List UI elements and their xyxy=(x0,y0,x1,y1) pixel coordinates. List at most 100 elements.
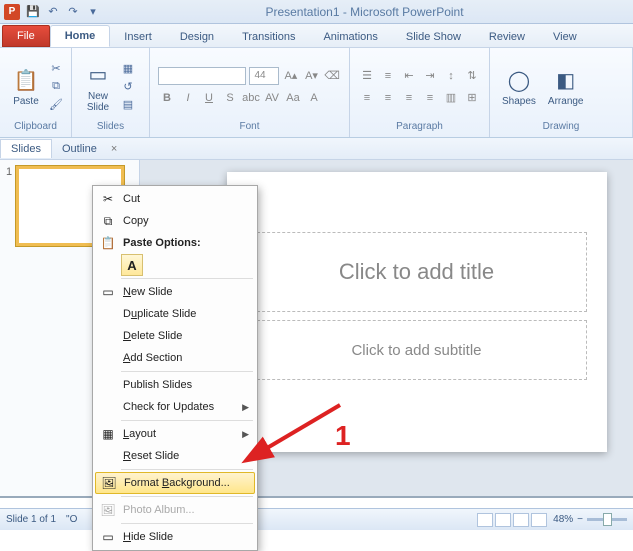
align-center-icon[interactable]: ≡ xyxy=(379,89,397,107)
arrange-button[interactable]: ◧ Arrange xyxy=(544,64,588,109)
undo-icon[interactable]: ↶ xyxy=(46,5,60,19)
shadow-button[interactable]: abc xyxy=(242,89,260,107)
columns-icon[interactable]: ▥ xyxy=(442,89,460,107)
tab-slideshow[interactable]: Slide Show xyxy=(392,27,475,47)
new-slide-icon: ▭ xyxy=(84,61,112,89)
file-tab[interactable]: File xyxy=(2,25,50,47)
ctx-separator xyxy=(121,278,253,279)
case-button[interactable]: Aa xyxy=(284,89,302,107)
slideshow-view-icon[interactable] xyxy=(531,513,547,527)
clear-format-icon[interactable]: ⌫ xyxy=(323,67,341,85)
layout-icon: ▦ xyxy=(99,425,117,443)
panel-close-icon[interactable]: × xyxy=(111,143,127,155)
paste-button[interactable]: 📋 Paste xyxy=(8,64,44,109)
ctx-reset-slide[interactable]: Reset Slide xyxy=(95,445,255,467)
panel-tab-slides[interactable]: Slides xyxy=(0,139,52,158)
submenu-arrow-icon: ▶ xyxy=(242,402,249,413)
redo-icon[interactable]: ↷ xyxy=(66,5,80,19)
tab-review[interactable]: Review xyxy=(475,27,539,47)
panel-tab-outline[interactable]: Outline xyxy=(52,140,107,158)
numbering-icon[interactable]: ≡ xyxy=(379,67,397,85)
tab-transitions[interactable]: Transitions xyxy=(228,27,309,47)
ctx-copy[interactable]: ⧉Copy xyxy=(95,210,255,232)
font-color-button[interactable]: A xyxy=(305,89,323,107)
ctx-delete-slide[interactable]: Delete Slide xyxy=(95,325,255,347)
font-family-select[interactable] xyxy=(158,67,246,85)
ctx-paste-options-label: Paste Options: xyxy=(123,237,201,249)
slides-label: Slides xyxy=(80,121,141,135)
bold-button[interactable]: B xyxy=(158,89,176,107)
align-text-icon[interactable]: ⊞ xyxy=(463,89,481,107)
spacing-button[interactable]: AV xyxy=(263,89,281,107)
tab-design[interactable]: Design xyxy=(166,27,228,47)
arrange-label: Arrange xyxy=(548,96,584,107)
ctx-separator xyxy=(121,523,253,524)
indent-dec-icon[interactable]: ⇤ xyxy=(400,67,418,85)
text-direction-icon[interactable]: ⇅ xyxy=(463,67,481,85)
tab-home[interactable]: Home xyxy=(50,25,111,47)
tab-view[interactable]: View xyxy=(539,27,591,47)
annotation-number: 1 xyxy=(335,420,351,452)
ctx-hide-slide[interactable]: ▭Hide Slide xyxy=(95,526,255,548)
paste-theme-icon: A xyxy=(121,254,143,276)
normal-view-icon[interactable] xyxy=(477,513,493,527)
subtitle-placeholder[interactable]: Click to add subtitle xyxy=(247,320,587,380)
cut-icon[interactable]: ✂ xyxy=(48,61,64,77)
thumb-number: 1 xyxy=(6,166,12,246)
grow-font-icon[interactable]: A▴ xyxy=(282,67,300,85)
underline-button[interactable]: U xyxy=(200,89,218,107)
format-painter-icon[interactable]: 🖌 xyxy=(48,97,64,113)
ctx-add-section[interactable]: Add Section xyxy=(95,347,255,369)
reading-view-icon[interactable] xyxy=(513,513,529,527)
submenu-arrow-icon: ▶ xyxy=(242,429,249,440)
ctx-new-slide[interactable]: ▭New Slide xyxy=(95,281,255,303)
ctx-check-updates[interactable]: Check for Updates ▶ xyxy=(95,396,255,418)
ctx-paste-option-theme[interactable]: A xyxy=(121,254,255,276)
shrink-font-icon[interactable]: A▾ xyxy=(303,67,321,85)
strike-button[interactable]: S xyxy=(221,89,239,107)
ctx-paste-options-header: 📋 Paste Options: xyxy=(95,232,255,254)
sorter-view-icon[interactable] xyxy=(495,513,511,527)
ctx-publish-slides[interactable]: Publish Slides xyxy=(95,374,255,396)
ctx-addsection-label: Add Section xyxy=(123,352,182,364)
ctx-separator xyxy=(121,420,253,421)
clipboard-icon: 📋 xyxy=(99,234,117,252)
slide[interactable]: Click to add title Click to add subtitle xyxy=(227,172,607,452)
tab-insert[interactable]: Insert xyxy=(110,27,166,47)
align-right-icon[interactable]: ≡ xyxy=(400,89,418,107)
group-font: 44 A▴ A▾ ⌫ B I U S abc AV Aa A Font xyxy=(150,48,350,137)
new-slide-button[interactable]: ▭ New Slide xyxy=(80,59,116,115)
window-title: Presentation1 - Microsoft PowerPoint xyxy=(100,5,629,19)
title-bar: P 💾 ↶ ↷ ▾ Presentation1 - Microsoft Powe… xyxy=(0,0,633,24)
ctx-format-bg-label: Format Background... xyxy=(124,477,230,489)
ctx-layout[interactable]: ▦Layout▶ xyxy=(95,423,255,445)
font-size-select[interactable]: 44 xyxy=(249,67,279,85)
copy-icon[interactable]: ⧉ xyxy=(48,79,64,95)
line-spacing-icon[interactable]: ↕ xyxy=(442,67,460,85)
ctx-duplicate-slide[interactable]: Duplicate Slide xyxy=(95,303,255,325)
save-icon[interactable]: 💾 xyxy=(26,5,40,19)
reset-icon[interactable]: ↺ xyxy=(120,79,136,95)
justify-icon[interactable]: ≡ xyxy=(421,89,439,107)
align-left-icon[interactable]: ≡ xyxy=(358,89,376,107)
group-slides: ▭ New Slide ▦ ↺ ▤ Slides xyxy=(72,48,150,137)
title-placeholder[interactable]: Click to add title xyxy=(247,232,587,312)
bullets-icon[interactable]: ☰ xyxy=(358,67,376,85)
qat-dropdown-icon[interactable]: ▾ xyxy=(86,5,100,19)
arrange-icon: ◧ xyxy=(552,66,580,94)
italic-button[interactable]: I xyxy=(179,89,197,107)
ctx-check-label: Check for Updates xyxy=(123,401,214,413)
ctx-cut[interactable]: ✂Cut xyxy=(95,188,255,210)
zoom-value[interactable]: 48% xyxy=(553,514,573,525)
zoom-out-icon[interactable]: − xyxy=(577,514,583,525)
zoom-slider[interactable] xyxy=(587,518,627,521)
tab-animations[interactable]: Animations xyxy=(309,27,391,47)
thumbnail-panel-tabs: Slides Outline × xyxy=(0,138,633,160)
ribbon: 📋 Paste ✂ ⧉ 🖌 Clipboard ▭ New Slide ▦ ↺ … xyxy=(0,48,633,138)
language-indicator[interactable]: "O xyxy=(66,514,77,525)
ctx-format-background[interactable]: 🖼Format Background... xyxy=(95,472,255,494)
indent-inc-icon[interactable]: ⇥ xyxy=(421,67,439,85)
section-icon[interactable]: ▤ xyxy=(120,97,136,113)
shapes-button[interactable]: ◯ Shapes xyxy=(498,64,540,109)
layout-icon[interactable]: ▦ xyxy=(120,61,136,77)
